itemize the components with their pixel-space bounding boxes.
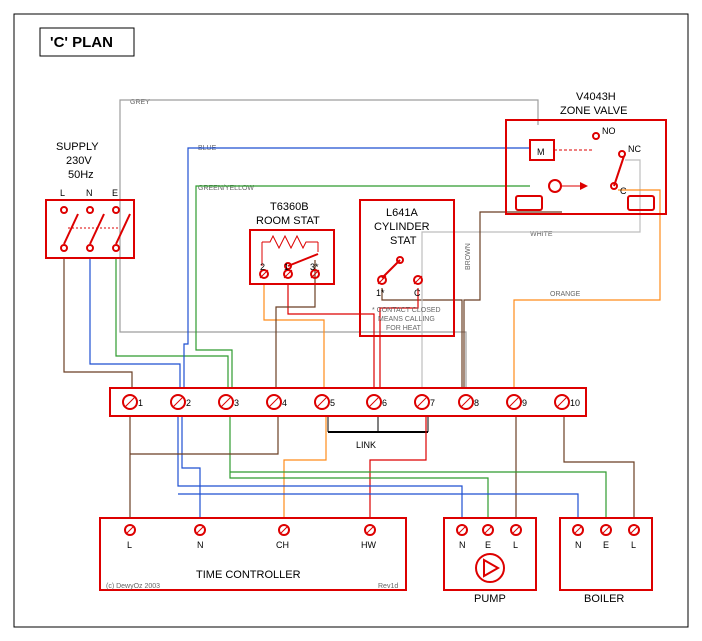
svg-text:NO: NO [602,126,616,136]
svg-text:M: M [537,147,545,157]
svg-text:230V: 230V [66,155,92,167]
svg-text:MEANS CALLING: MEANS CALLING [378,316,435,323]
svg-text:SUPPLY: SUPPLY [56,141,99,153]
svg-text:2: 2 [260,262,265,272]
svg-text:(c) DewyOz 2003: (c) DewyOz 2003 [106,583,160,590]
svg-text:L: L [631,540,636,550]
svg-text:7: 7 [430,398,435,408]
svg-text:6: 6 [382,398,387,408]
svg-text:E: E [603,540,609,550]
boiler: N E L BOILER [560,518,652,605]
svg-text:PUMP: PUMP [474,593,506,605]
svg-text:50Hz: 50Hz [68,169,94,181]
svg-text:8: 8 [474,398,479,408]
svg-text:2: 2 [186,398,191,408]
supply-block: SUPPLY 230V 50Hz L N E [46,141,134,258]
svg-text:L: L [513,540,518,550]
svg-text:N: N [575,540,582,550]
svg-text:HW: HW [361,540,376,550]
room-stat: T6360B ROOM STAT 2 1 3* [250,201,334,284]
svg-text:T6360B: T6360B [270,201,309,213]
svg-text:STAT: STAT [390,235,417,247]
svg-text:3*: 3* [310,262,319,272]
terminal-link-label: LINK [356,440,376,450]
svg-text:E: E [485,540,491,550]
svg-text:N: N [459,540,466,550]
svg-text:1: 1 [284,262,289,272]
svg-text:CH: CH [276,540,289,550]
svg-text:4: 4 [282,398,287,408]
svg-text:ROOM STAT: ROOM STAT [256,215,320,227]
terminal-strip: 1 2 3 4 5 6 7 8 9 10 [110,388,586,416]
wire-label-orange: ORANGE [550,291,581,298]
svg-text:* CONTACT CLOSED: * CONTACT CLOSED [372,307,441,314]
svg-text:NC: NC [628,144,641,154]
zone-valve: V4043H ZONE VALVE M NO NC C [506,91,666,214]
svg-text:L: L [60,188,65,198]
pump: N E L PUMP [444,518,536,605]
svg-text:BOILER: BOILER [584,593,624,605]
wire-label-brown: BROWN [465,243,472,270]
svg-text:1*: 1* [376,288,385,298]
svg-text:1: 1 [138,398,143,408]
svg-text:V4043H: V4043H [576,91,616,103]
svg-text:10: 10 [570,398,580,408]
svg-text:C: C [414,288,421,298]
time-controller: L N CH HW TIME CONTROLLER (c) DewyOz 200… [100,518,406,590]
svg-text:N: N [86,188,93,198]
svg-text:Rev1d: Rev1d [378,583,398,590]
svg-text:CYLINDER: CYLINDER [374,221,430,233]
svg-text:L641A: L641A [386,207,418,219]
svg-text:5: 5 [330,398,335,408]
svg-text:3: 3 [234,398,239,408]
svg-text:ZONE VALVE: ZONE VALVE [560,105,627,117]
svg-text:L: L [127,540,132,550]
svg-text:E: E [112,188,118,198]
svg-text:C: C [620,186,627,196]
diagram-title: 'C' PLAN [50,34,113,51]
svg-text:N: N [197,540,204,550]
svg-text:9: 9 [522,398,527,408]
svg-text:TIME CONTROLLER: TIME CONTROLLER [196,569,301,581]
svg-text:FOR HEAT: FOR HEAT [386,325,422,332]
